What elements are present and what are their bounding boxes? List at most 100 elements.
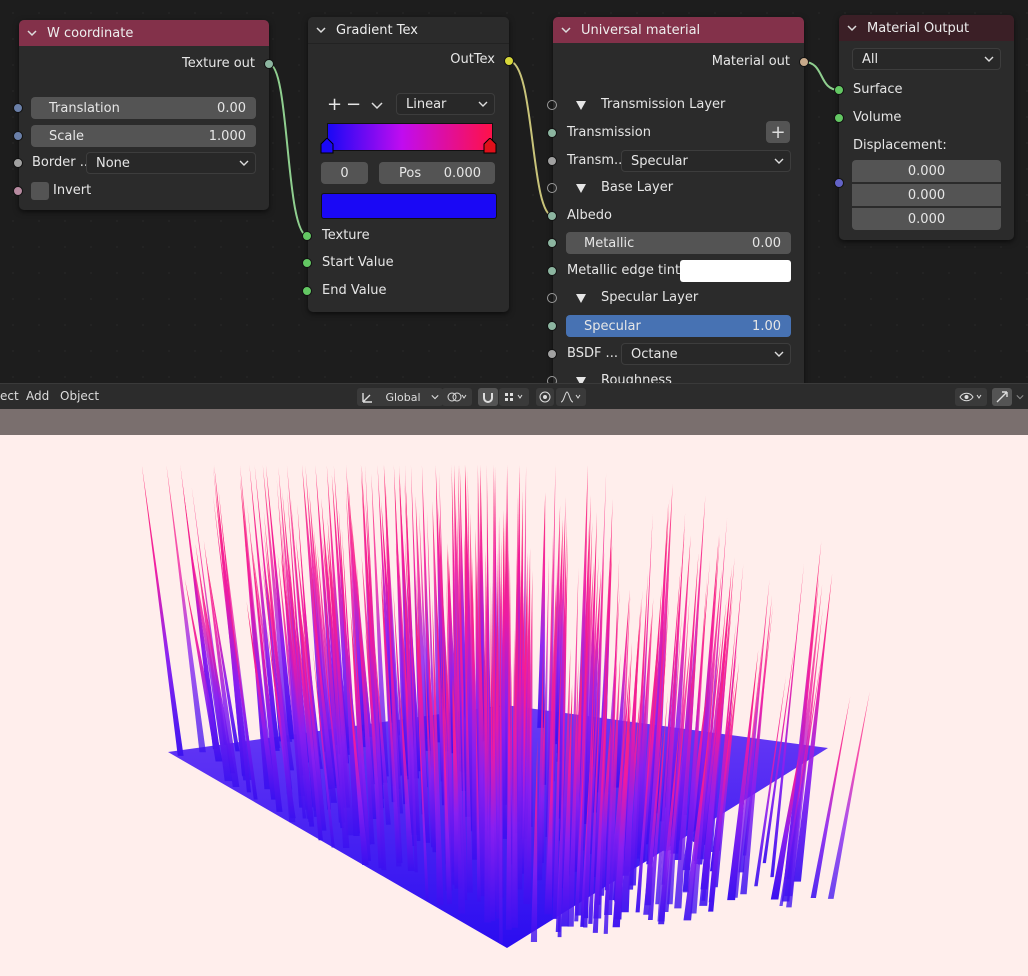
surface-socket[interactable] [834,85,844,95]
triangle-down-icon[interactable] [576,101,586,110]
invert-label: Invert [53,183,92,198]
metallic-field[interactable]: Metallic 0.00 [566,232,791,254]
outtex-label: OutTex [450,52,495,67]
menu-object[interactable]: Object [60,389,99,403]
field-value: 0.000 [907,163,946,179]
bsdf-socket[interactable] [547,349,557,359]
chevron-down-icon[interactable] [1016,393,1024,401]
transmission-type-select[interactable]: Specular [621,150,791,172]
proportional-edit-toggle[interactable] [536,388,554,406]
color-stop-start[interactable] [320,138,334,154]
specular-socket[interactable] [547,321,557,331]
texture-out-socket[interactable] [264,59,274,69]
node-title: Material Output [867,20,970,36]
add-stop-icon[interactable]: + [327,94,342,115]
orientation-select[interactable]: Global [357,388,443,406]
volume-label: Volume [853,110,902,125]
triangle-down-icon[interactable] [576,184,586,193]
translation-socket[interactable] [13,103,23,113]
border-select[interactable]: None [86,152,256,174]
render-viewport[interactable] [0,435,1028,976]
stop-index-field[interactable]: 0 [321,162,368,184]
pivot-select[interactable] [442,388,472,406]
interpolation-select[interactable]: Linear [396,93,495,115]
displacement-label: Displacement: [853,138,947,153]
invert-checkbox[interactable] [31,182,49,200]
metallic-socket[interactable] [547,238,557,248]
gradient-tex-header[interactable]: Gradient Tex [308,17,509,44]
chevron-down-icon[interactable] [847,23,857,33]
menu-add[interactable]: Add [26,389,49,403]
bsdf-select[interactable]: Octane [621,343,791,365]
material-output-header[interactable]: Material Output [839,15,1014,41]
roughness-label: Roughness [601,373,672,383]
surface-label: Surface [853,82,903,97]
albedo-socket[interactable] [547,211,557,221]
displacement-socket[interactable] [834,178,844,188]
specular-layer-socket[interactable] [547,293,557,303]
transmission-layer-socket[interactable] [547,100,557,110]
w-coordinate-header[interactable]: W coordinate [19,20,269,46]
transmission-socket[interactable] [547,128,557,138]
gradient-tex-node[interactable]: Gradient Tex OutTex + − Linear 0 Pos 0.0… [302,17,514,312]
displacement-y-field[interactable]: 0.000 [852,184,1001,206]
texture-in-socket[interactable] [302,231,312,241]
falloff-select[interactable] [556,388,586,406]
menu-object-partial[interactable]: ect [0,389,19,403]
output-target-select[interactable]: All [852,48,1001,70]
universal-material-header[interactable]: Universal material [553,17,804,43]
volume-socket[interactable] [834,113,844,123]
chevron-down-icon[interactable] [27,28,37,38]
chevron-down-icon [774,158,784,164]
select-value: None [96,155,130,171]
select-value: Linear [406,96,447,112]
specular-layer-label: Specular Layer [601,290,699,305]
specular-field[interactable]: Specular 1.00 [566,315,791,337]
invert-socket[interactable] [13,186,23,196]
w-coordinate-node[interactable]: W coordinate Texture out Translation 0.0… [13,20,274,210]
field-value: 0.000 [907,187,946,203]
displacement-z-field[interactable]: 0.000 [852,208,1001,230]
material-out-socket[interactable] [799,57,809,67]
border-socket[interactable] [13,158,23,168]
end-value-socket[interactable] [302,286,312,296]
stop-color-swatch[interactable] [321,193,497,219]
metallic-edge-tint-swatch[interactable] [680,260,791,282]
select-value: Global [385,390,421,404]
scale-socket[interactable] [13,131,23,141]
remove-stop-icon[interactable]: − [346,94,361,115]
chevron-down-icon[interactable] [316,25,326,35]
node-editor[interactable]: W coordinate Texture out Translation 0.0… [0,0,1028,383]
node-title: Universal material [581,22,701,38]
gizmo-toggle[interactable] [992,388,1012,406]
start-value-socket[interactable] [302,258,312,268]
end-value-label: End Value [322,283,387,298]
snap-toggle[interactable] [478,388,498,406]
chevron-down-icon[interactable] [371,100,383,110]
field-label: Translation [49,100,120,116]
color-stop-end[interactable] [483,138,497,154]
scale-field[interactable]: Scale 1.000 [31,125,256,147]
outtex-socket[interactable] [504,56,514,66]
metallic-edge-tint-socket[interactable] [547,266,557,276]
material-output-node[interactable]: Material Output All Surface Volume Displ… [834,15,1014,240]
stop-pos-field[interactable]: Pos 0.000 [379,162,495,184]
snap-target-select[interactable] [499,388,529,406]
visibility-select[interactable] [955,388,987,406]
field-value: 0.000 [443,165,481,181]
field-label: Metallic [584,235,635,251]
displacement-x-field[interactable]: 0.000 [852,160,1001,182]
base-layer-socket[interactable] [547,183,557,193]
add-transmission-button[interactable]: + [766,121,790,143]
transmission-layer-label: Transmission Layer [601,97,726,112]
roughness-socket[interactable] [547,376,557,383]
chevron-down-icon[interactable] [561,25,571,35]
universal-material-node[interactable]: Universal material Material out Transmis… [547,17,809,383]
transmission-type-socket[interactable] [547,156,557,166]
bsdf-label: BSDF ... [567,346,618,361]
transmission-type-label: Transm... [567,153,627,168]
gradient-ramp[interactable] [327,123,493,151]
magnet-icon [483,393,493,403]
triangle-down-icon[interactable] [576,294,586,303]
translation-field[interactable]: Translation 0.00 [31,97,256,119]
